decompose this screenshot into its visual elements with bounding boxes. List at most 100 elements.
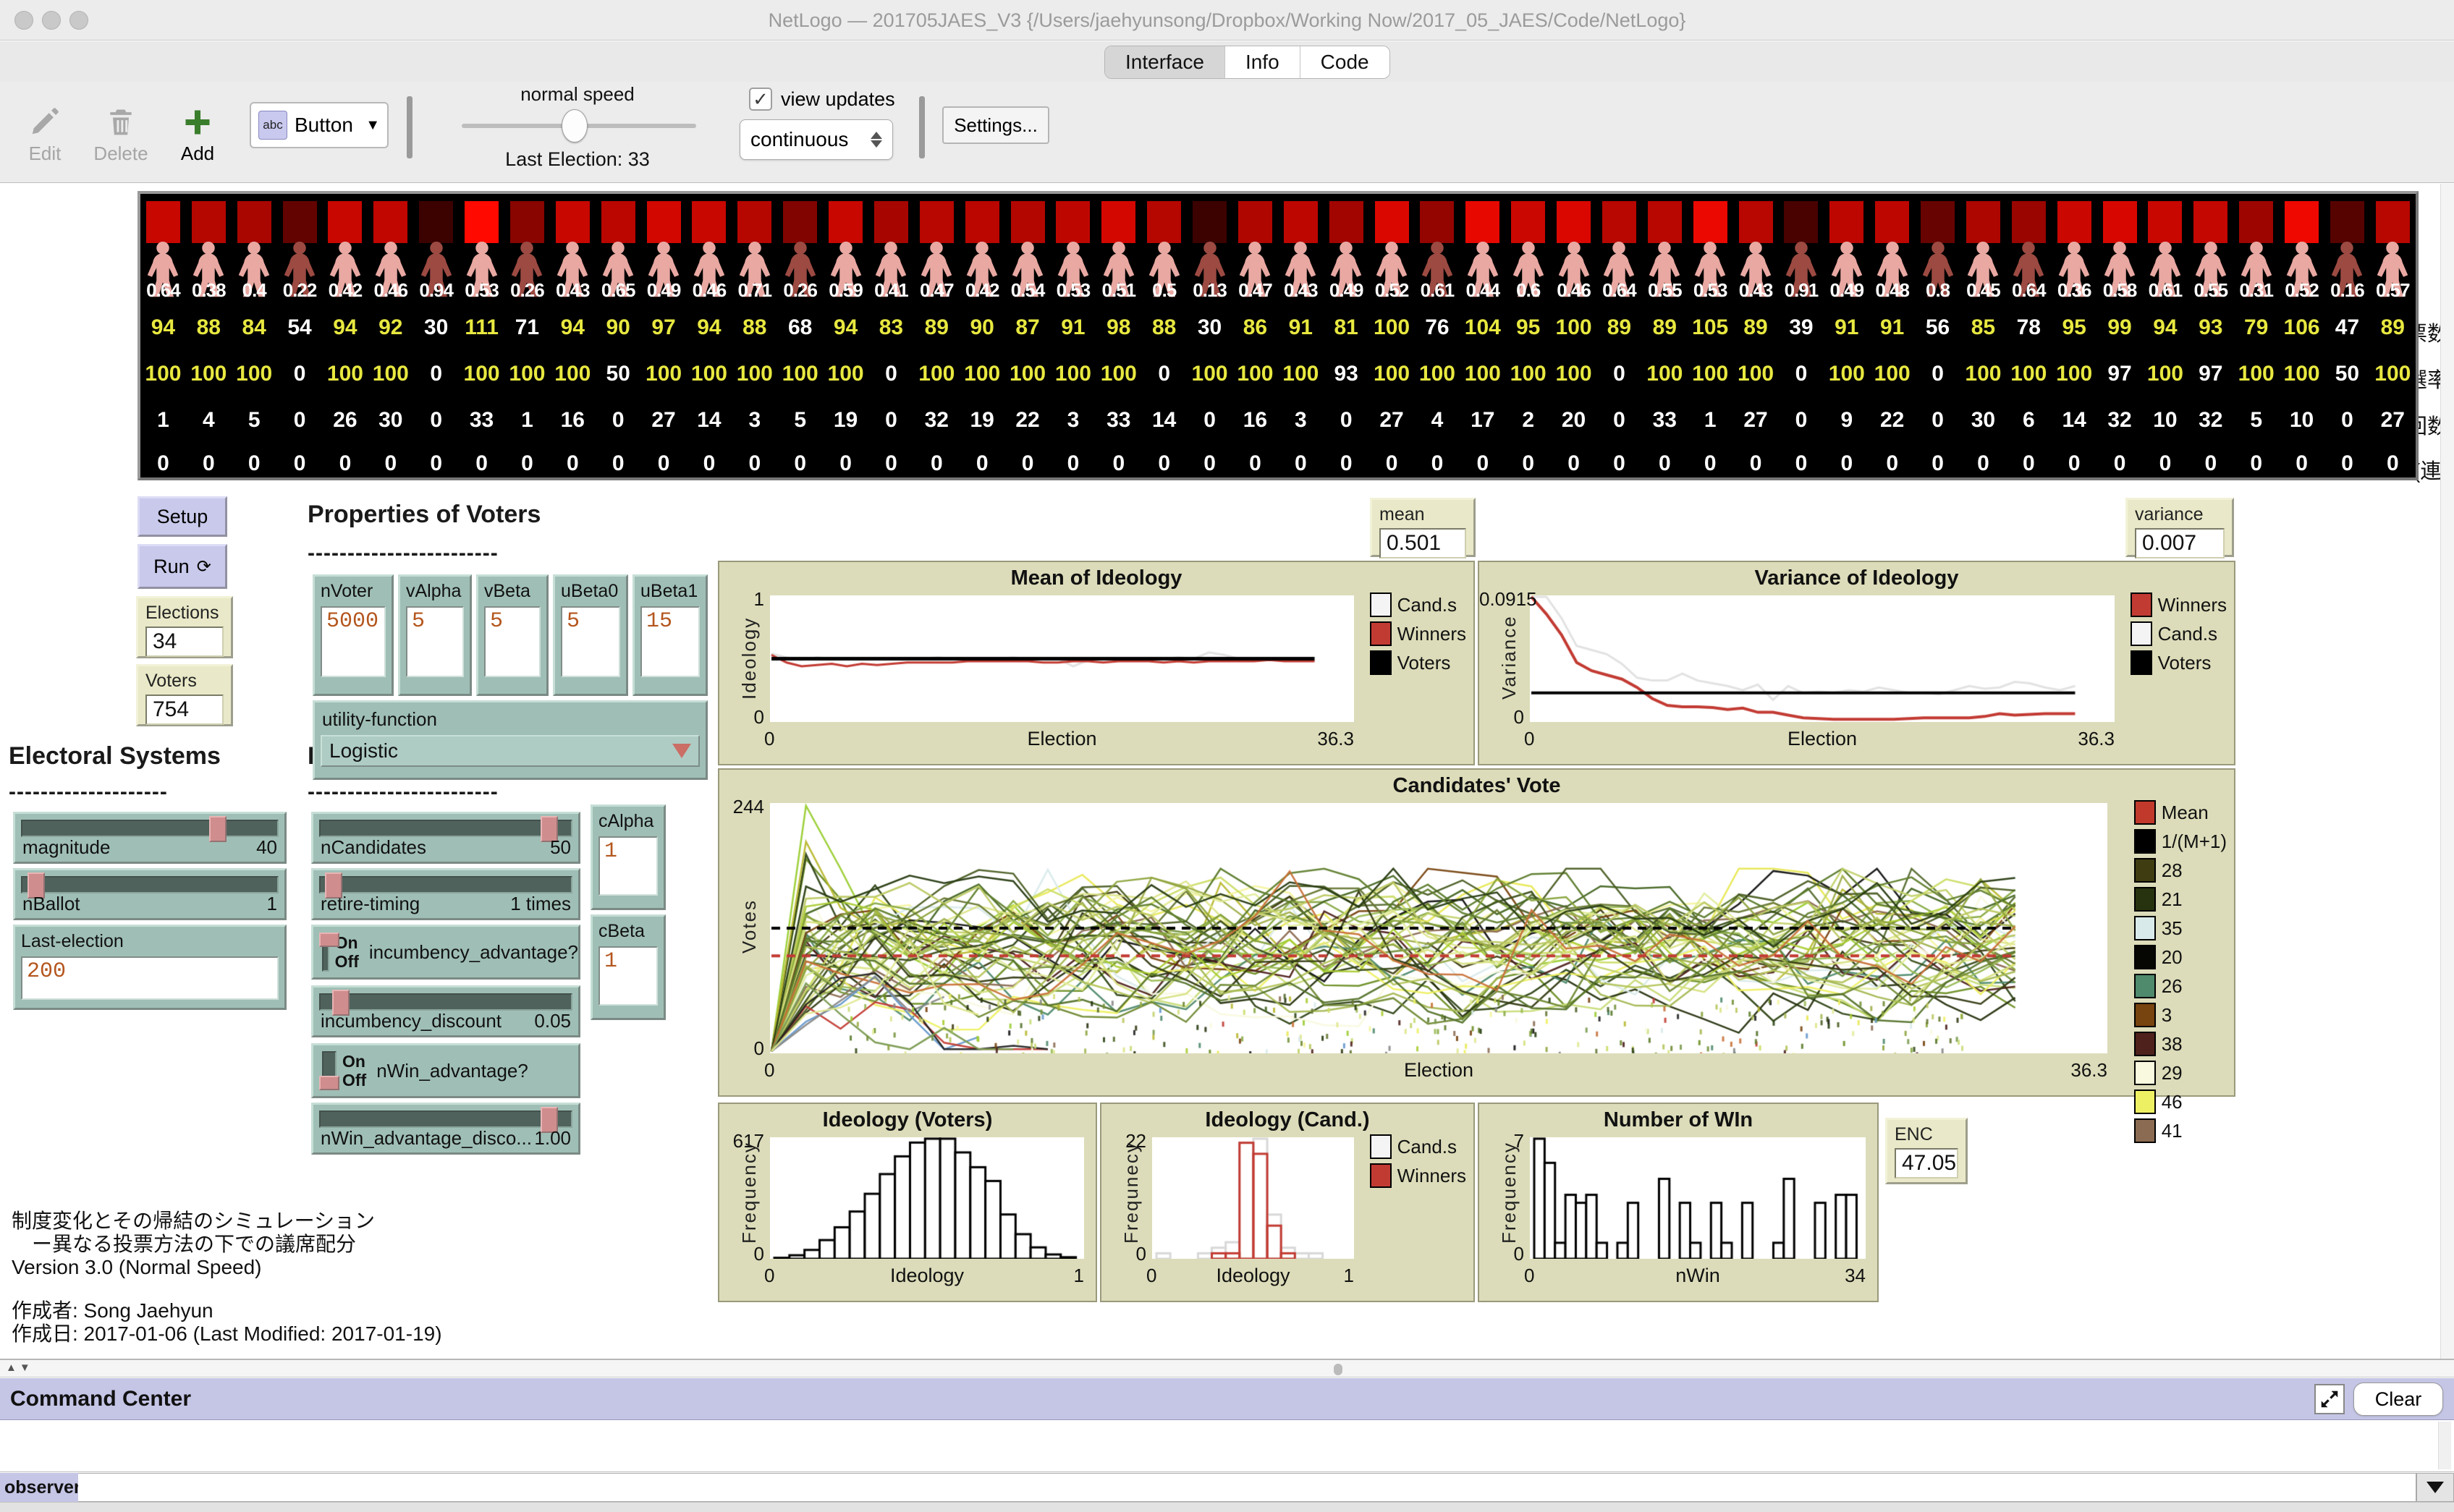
output-scrollbar[interactable] (2438, 1422, 2451, 1469)
win-rate: 100 (140, 362, 186, 386)
switch-track[interactable] (322, 1051, 337, 1090)
calpha-input[interactable]: cAlpha 1 (591, 804, 666, 910)
edit-button[interactable]: Edit (16, 92, 74, 165)
tab-interface[interactable]: Interface (1105, 46, 1225, 78)
candidate-ideology-value: 0.51 (1096, 279, 1141, 302)
cbeta-input[interactable]: cBeta 1 (591, 914, 666, 1020)
last-election-input[interactable]: Last-election 200 (13, 925, 287, 1010)
switch-knob[interactable] (319, 933, 339, 947)
legend-swatch (1370, 593, 1392, 617)
interface-scrollbar[interactable] (2440, 184, 2454, 1359)
vote-share-patch (1784, 201, 1818, 243)
vote-count: 95 (1505, 315, 1551, 340)
vote-share-patch (874, 201, 908, 243)
incumbency-discount-slider[interactable]: incumbency_discount0.05 (311, 985, 580, 1037)
nballot-slider[interactable]: nBallot1 (13, 868, 287, 920)
vote-count: 54 (277, 315, 323, 340)
command-center-output[interactable] (0, 1420, 2454, 1472)
candidate-ideology-value: 0.55 (1642, 279, 1688, 302)
settings-button[interactable]: Settings... (942, 106, 1049, 144)
y-min-tick: 0 (1479, 706, 1524, 729)
candidate-ideology-value: 0.36 (2052, 279, 2097, 302)
loss-streak: 0 (2052, 451, 2097, 476)
candidate-ideology-value: 0.57 (2370, 279, 2416, 302)
ubeta0-input[interactable]: uBeta0 5 (553, 574, 628, 696)
voters-monitor: Voters 754 (136, 664, 233, 726)
last-election-value[interactable]: 200 (21, 956, 279, 1000)
widget-type-dropdown[interactable]: abc Button ▼ (250, 102, 389, 148)
utility-function-chooser[interactable]: utility-function Logistic (313, 700, 708, 780)
speed-slider-thumb[interactable] (562, 109, 588, 143)
loss-streak: 0 (186, 451, 232, 476)
plot-legend: Cand.sWinnersVoters (1370, 593, 1466, 675)
add-widget-button[interactable]: Add (172, 92, 223, 165)
loss-streak: 0 (596, 451, 641, 476)
vote-share-patch (1921, 201, 1955, 243)
expand-command-center-button[interactable] (2314, 1384, 2345, 1414)
loss-streak: 0 (1824, 451, 1869, 476)
y-max-tick: 1 (719, 588, 764, 611)
legend-entry: Winners (2131, 593, 2227, 617)
legend-swatch (2134, 974, 2156, 998)
vote-count: 94 (687, 315, 732, 340)
legend-swatch (2134, 1118, 2156, 1143)
run-forever-button[interactable]: Run⟳ (137, 544, 227, 589)
switch-knob[interactable] (319, 1076, 339, 1090)
observer-prompt-label[interactable]: observer> (0, 1473, 78, 1502)
vote-count: 93 (2188, 315, 2233, 340)
clear-button[interactable]: Clear (2353, 1383, 2443, 1416)
loss-streak: 0 (2324, 451, 2370, 476)
vote-share-patch (2193, 201, 2227, 243)
vote-count: 89 (2370, 315, 2416, 340)
loss-streak: 0 (868, 451, 914, 476)
setup-button[interactable]: Setup (137, 496, 227, 537)
magnitude-slider[interactable]: magnitude40 (13, 812, 287, 864)
delete-button[interactable]: Delete (88, 92, 153, 165)
tab-info[interactable]: Info (1225, 46, 1300, 78)
command-history-dropdown[interactable] (2416, 1473, 2454, 1502)
update-mode-dropdown[interactable]: continuous (740, 119, 893, 160)
vote-count: 83 (868, 315, 914, 340)
window-title: NetLogo — 201705JAES_V3 {/Users/jaehyuns… (0, 9, 2454, 32)
loss-streak: 0 (687, 451, 732, 476)
plot-variance-of-ideology: Variance of Ideology0.09150Variance036.3… (1478, 561, 2235, 765)
enc-value: 47.05 (1895, 1148, 1958, 1178)
candidate-ideology-value: 0.49 (1324, 279, 1369, 302)
tick-counter: Last Election: 33 (436, 148, 719, 171)
netlogo-world-view[interactable]: 0.640.380.40.220.420.460.940.530.260.430… (137, 191, 2419, 480)
nwin-advantage-switch[interactable]: OnOff nWin_advantage? (311, 1043, 580, 1098)
nvoter-input[interactable]: nVoter 5000 (313, 574, 394, 696)
ncandidates-slider[interactable]: nCandidates50 (311, 812, 580, 864)
candidate-ideology-value: 0.13 (1187, 279, 1232, 302)
command-input[interactable] (78, 1473, 2416, 1502)
plot-title: Mean of Ideology (719, 566, 1473, 590)
candidate-ideology-value: 0.54 (1005, 279, 1051, 302)
plot-canvas (770, 1137, 1084, 1259)
vote-share-patch (1829, 201, 1863, 243)
vbeta-input[interactable]: vBeta 5 (476, 574, 549, 696)
win-rate: 0 (868, 362, 914, 386)
vote-count: 111 (459, 315, 504, 340)
tab-code[interactable]: Code (1300, 46, 1389, 78)
win-rate: 100 (2233, 362, 2279, 386)
splitter-grip[interactable] (1334, 1364, 1342, 1375)
valpha-input[interactable]: vAlpha 5 (398, 574, 472, 696)
win-rate: 100 (1096, 362, 1141, 386)
view-updates-checkbox[interactable]: ✓ (749, 88, 772, 111)
nwin-advantage-discount-slider[interactable]: nWin_advantage_disco...1.00 (311, 1103, 580, 1155)
candidate-ideology-value: 0.71 (732, 279, 777, 302)
vote-share-patch (1147, 201, 1181, 243)
splitter-arrows-icon[interactable]: ▲▼ (6, 1362, 33, 1374)
retire-timing-slider[interactable]: retire-timing1 times (311, 868, 580, 920)
loss-streak: 0 (1096, 451, 1141, 476)
switch-track[interactable] (322, 933, 329, 972)
legend-entry: 35 (2134, 916, 2227, 940)
legend-swatch (2131, 650, 2152, 675)
legend-entry: 38 (2134, 1032, 2227, 1056)
ubeta1-input[interactable]: uBeta1 15 (632, 574, 708, 696)
incumbency-advantage-switch[interactable]: OnOff incumbency_advantage? (311, 925, 580, 980)
win-rate: 100 (2370, 362, 2416, 386)
plot-legend: Cand.sWinners (1370, 1134, 1466, 1188)
command-center-splitter[interactable]: ▲▼ (0, 1359, 2454, 1377)
tab-bar: Interface Info Code (0, 41, 2454, 82)
